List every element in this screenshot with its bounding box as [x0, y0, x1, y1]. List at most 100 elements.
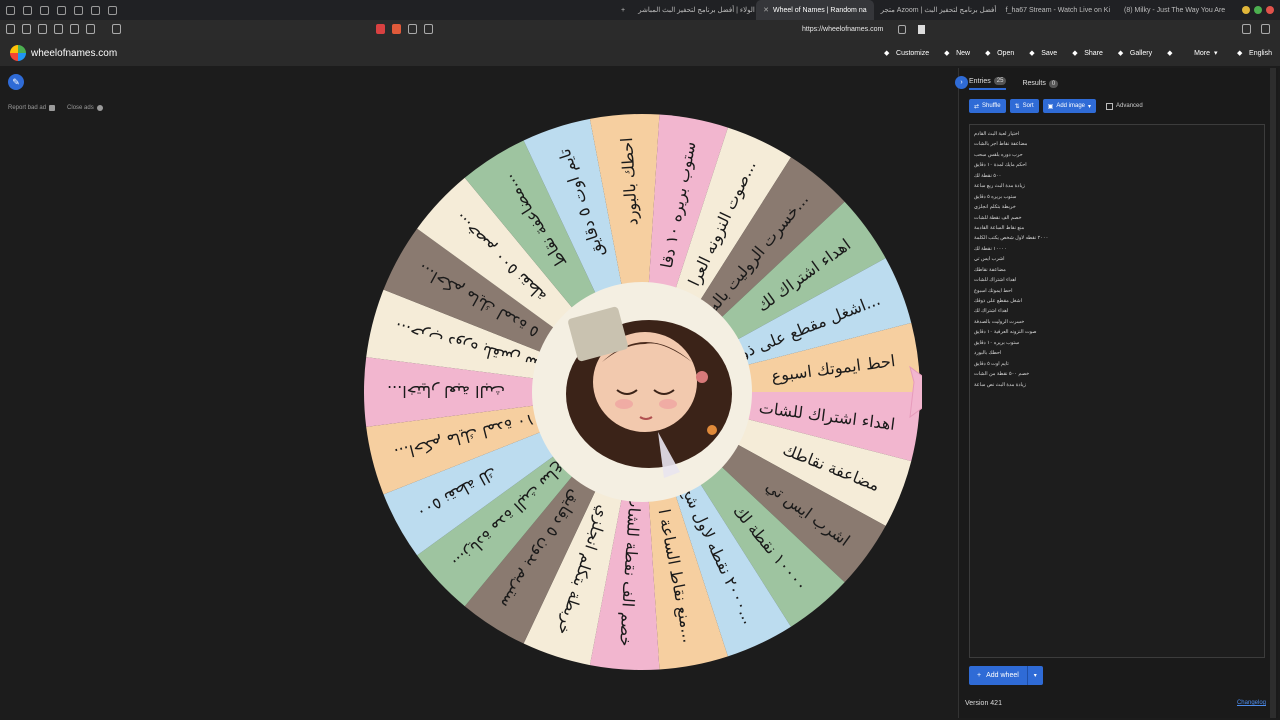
close-ads-link[interactable]: Close ads	[67, 105, 103, 111]
sort-button[interactable]: ⇅ Sort	[1009, 99, 1039, 113]
tab-title: الولاء | أفضل برنامج لتحفيز البث المباشر	[638, 7, 755, 14]
download-icon[interactable]	[1261, 24, 1270, 34]
music-icon[interactable]	[91, 5, 100, 15]
extension-icon[interactable]	[38, 24, 47, 34]
sidebar-icon[interactable]	[70, 24, 79, 34]
entry-line: ستوب بريره ١٠ دقايق	[974, 339, 1020, 346]
history-icon[interactable]	[22, 24, 31, 34]
entry-line: احط ايموتك اسبوع	[974, 287, 1013, 294]
browser-tab[interactable]: (8) Milky - Just The Way You Are	[1117, 0, 1232, 20]
menu-item-save[interactable]: ◆ Save	[1029, 49, 1057, 58]
report-ad-link[interactable]: Report bad ad	[8, 105, 56, 111]
sidebar-icon[interactable]	[74, 5, 83, 15]
folder-icon: ◆	[985, 50, 991, 57]
music-icon[interactable]	[86, 24, 95, 34]
menu-item-gallery[interactable]: ◆ Gallery	[1117, 49, 1153, 58]
sort-icon: ⇅	[1014, 103, 1020, 110]
app-header: wheelofnames.com ◆ Customize ◆ New ◆ Open ◆ Sav…	[0, 40, 1280, 66]
browser-tab[interactable]: متجر Azoom | أفضل برنامج لتحفيز البث	[874, 0, 999, 20]
wheel-segment-label: اختيار لعبة البث...	[387, 381, 505, 401]
shield-icon[interactable]	[392, 24, 401, 34]
chevron-down-icon: ▾	[1088, 103, 1092, 110]
brand[interactable]: wheelofnames.com	[0, 45, 117, 61]
globe-icon: ◆	[1237, 50, 1243, 57]
menu-item-label: Customize	[896, 49, 930, 57]
menu-icon[interactable]	[6, 5, 15, 15]
browser-tab[interactable]: f_ha67 Stream - Watch Live on Ki	[999, 0, 1117, 20]
menu-item-fullscreen[interactable]: ◆	[1167, 49, 1179, 57]
chevron-right-icon: ›	[960, 79, 963, 86]
url-field[interactable]: https://wheelofnames.com	[802, 26, 883, 33]
extension-icon[interactable]	[23, 5, 32, 15]
extension-icons	[376, 24, 433, 34]
menu-item-new[interactable]: ◆ New	[944, 49, 970, 58]
plus-icon: +	[977, 672, 982, 679]
entry-line: خصم ٥٠٠ نقطة من الشات	[974, 371, 1030, 378]
chevron-down-icon: ▾	[1214, 50, 1218, 57]
brand-name: wheelofnames.com	[31, 47, 118, 59]
close-ads-label: Close ads	[67, 105, 94, 111]
edit-pencil-button[interactable]: ✎	[8, 74, 24, 90]
sort-label: Sort	[1022, 103, 1034, 109]
menu-item-label: More	[1194, 49, 1211, 57]
close-window-icon[interactable]	[1266, 6, 1274, 14]
entry-line: ٢٠٠٠ نقطه لاول شخص يكتب الكلمة	[974, 235, 1049, 242]
tab-title: (8) Milky - Just The Way You Are	[1124, 6, 1226, 14]
settings-toggle-icon[interactable]	[898, 25, 906, 34]
add-wheel-button[interactable]: + Add wheel	[969, 666, 1027, 685]
advanced-checkbox[interactable]: Advanced	[1106, 102, 1143, 110]
new-tab-icon[interactable]: +	[615, 7, 631, 14]
bookmark-icon[interactable]	[918, 25, 925, 34]
browser-tab-active[interactable]: ✕ Wheel of Names | Random na	[756, 0, 874, 20]
pencil-icon: ✎	[12, 76, 20, 87]
menu-item-more[interactable]: More ▾	[1194, 49, 1222, 58]
wheel-canvas[interactable]: احط ايموتك اسبوعاهداء اشتراك للشاتمضاعفة…	[362, 112, 922, 672]
close-icon	[96, 105, 103, 111]
screenshot-icon[interactable]	[112, 24, 121, 34]
collapse-panel-button[interactable]: ›	[955, 76, 968, 89]
changelog-link[interactable]: Changelog	[1237, 700, 1266, 706]
nav-controls	[6, 24, 121, 34]
entry-line: زيادة مدة البث ربع ساعة	[974, 183, 1025, 190]
window-icon[interactable]	[54, 24, 63, 34]
entry-line: زيادة مدة البث نص ساعة	[974, 381, 1026, 388]
copy-icon[interactable]	[424, 24, 433, 34]
shuffle-icon: ⇄	[974, 103, 980, 110]
entries-count-badge: 25	[993, 77, 1007, 85]
browser-tab[interactable]: الولاء | أفضل برنامج لتحفيز البث المباشر	[631, 0, 756, 20]
panel-scrollbar[interactable]	[1270, 68, 1276, 718]
reload-icon[interactable]	[1242, 24, 1251, 34]
entry-line: اهداء اشتراك لك	[974, 308, 1009, 315]
shuffle-button[interactable]: ⇄ Shuffle	[969, 99, 1006, 113]
add-wheel-button-group: + Add wheel ▾	[969, 666, 1043, 685]
window-icon[interactable]	[57, 5, 66, 15]
entry-line: مضاعفة نقاطك	[974, 266, 1006, 273]
menu-item-open[interactable]: ◆ Open	[985, 49, 1014, 58]
tab-results[interactable]: Results 0	[1022, 77, 1059, 90]
entries-textarea[interactable]: اختيار لعبة البث القادم مضاعفة نقاط اجر ب…	[969, 124, 1265, 658]
menu-item-share[interactable]: ◆ Share	[1072, 49, 1103, 58]
maximize-icon[interactable]	[1254, 6, 1262, 14]
close-icon[interactable]: ✕	[763, 6, 769, 14]
entry-line: اشغل مقطع على ذوقك	[974, 298, 1022, 304]
tab-entries[interactable]: Entries 25	[969, 77, 1007, 90]
menu-icon[interactable]	[6, 24, 15, 34]
minimize-icon[interactable]	[1242, 6, 1250, 14]
entry-line: اختيار لعبة البث القادم	[974, 131, 1020, 137]
settings-icon[interactable]	[40, 5, 49, 15]
add-wheel-dropdown[interactable]: ▾	[1026, 666, 1043, 685]
wheel[interactable]: احط ايموتك اسبوع اهداء اشتراك للشات مضاعفة…	[362, 112, 922, 672]
add-image-button[interactable]: ▣ Add image ▾	[1042, 99, 1097, 113]
search-icon: ◆	[1117, 50, 1124, 57]
menu-item-english[interactable]: ◆ English	[1237, 49, 1272, 58]
menu-item-label: Gallery	[1129, 49, 1153, 57]
shuffle-label: Shuffle	[982, 103, 1001, 109]
ad-links: Report bad ad Close ads	[8, 105, 103, 111]
menu-item-customize[interactable]: ◆ Customize	[884, 49, 930, 58]
clipboard-icon[interactable]	[408, 24, 417, 34]
window-controls	[1242, 6, 1274, 14]
entry-line: مضاعفة نقاط اجر بالشات	[974, 141, 1028, 148]
screenshot-icon[interactable]	[108, 5, 117, 15]
warning-icon[interactable]	[376, 24, 385, 34]
image-icon: ▣	[1047, 103, 1054, 110]
